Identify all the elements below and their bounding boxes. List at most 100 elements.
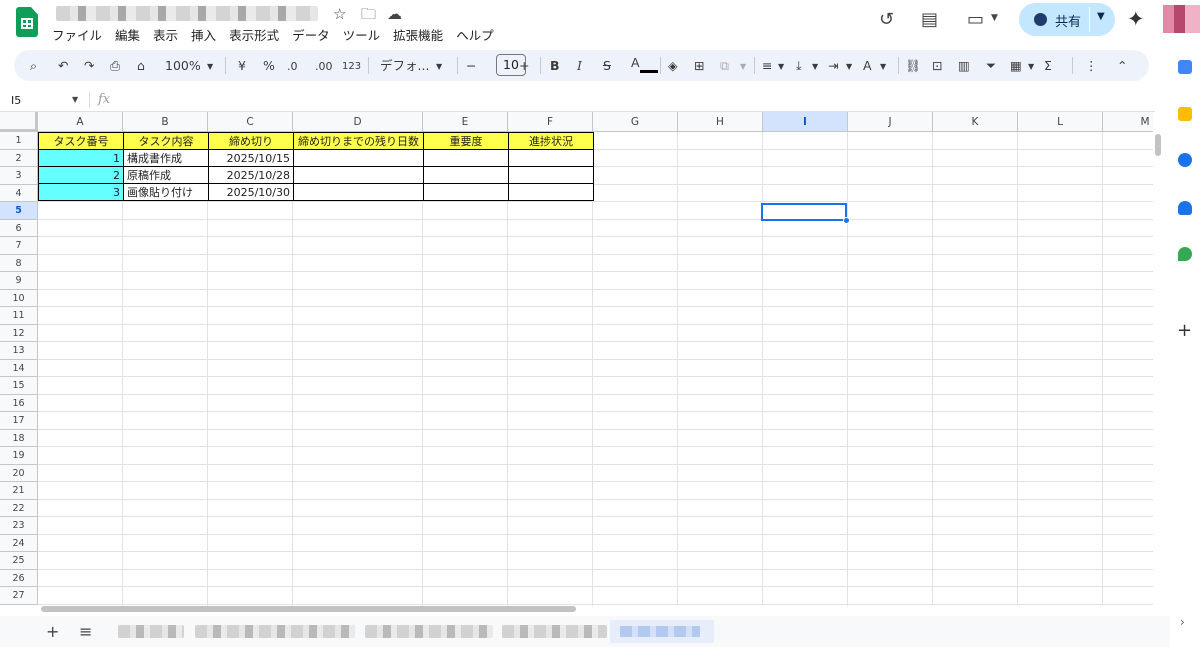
filter-views-icon[interactable]: ▦ (1010, 57, 1022, 74)
column-header-d[interactable]: D (293, 112, 423, 132)
italic-icon[interactable]: I (577, 57, 582, 74)
cell-task-no[interactable]: 3 (38, 183, 124, 201)
sheet-tab-redacted[interactable] (502, 625, 607, 638)
row-header-9[interactable]: 9 (0, 272, 38, 290)
bold-icon[interactable]: B (550, 57, 560, 74)
cell-progress[interactable] (508, 149, 594, 167)
more-options-icon[interactable]: ⋮ (1085, 57, 1098, 74)
cell-days-left[interactable] (293, 166, 424, 184)
add-addon-icon[interactable]: + (1177, 320, 1192, 341)
font-size-increase-icon[interactable]: + (519, 57, 529, 74)
insert-link-icon[interactable]: ⛓ (905, 57, 921, 74)
column-header-i[interactable]: I (763, 112, 848, 132)
star-icon[interactable]: ☆ (333, 6, 346, 22)
row-header-6[interactable]: 6 (0, 219, 38, 237)
menu-edit[interactable]: 編集 (115, 25, 140, 43)
calendar-icon[interactable] (1178, 60, 1192, 74)
menu-view[interactable]: 表示 (153, 25, 178, 43)
menu-extensions[interactable]: 拡張機能 (393, 25, 443, 43)
avatar[interactable] (1163, 5, 1200, 33)
row-header-1[interactable]: 1 (0, 132, 38, 150)
undo-icon[interactable]: ↶ (58, 57, 68, 74)
all-sheets-icon[interactable]: ≡ (79, 622, 92, 641)
print-icon[interactable]: ⎙ (110, 57, 120, 74)
header-days-left[interactable]: 締め切りまでの残り日数 (293, 132, 424, 150)
functions-icon[interactable]: Σ (1044, 57, 1052, 74)
row-header-23[interactable]: 23 (0, 517, 38, 535)
version-history-icon[interactable]: ↺ (879, 9, 894, 30)
row-header-18[interactable]: 18 (0, 429, 38, 447)
column-header-f[interactable]: F (508, 112, 593, 132)
row-header-16[interactable]: 16 (0, 394, 38, 412)
row-header-20[interactable]: 20 (0, 464, 38, 482)
row-header-10[interactable]: 10 (0, 289, 38, 307)
row-header-19[interactable]: 19 (0, 447, 38, 465)
paint-format-icon[interactable]: ⌂ (137, 57, 145, 74)
maps-icon[interactable] (1178, 247, 1192, 261)
header-priority[interactable]: 重要度 (423, 132, 509, 150)
header-progress[interactable]: 進捗状況 (508, 132, 594, 150)
row-header-26[interactable]: 26 (0, 569, 38, 587)
sheet-tab-active-redacted[interactable] (610, 620, 714, 643)
filter-icon[interactable]: ⏷ (986, 57, 996, 74)
search-menus-icon[interactable]: ⌕ (30, 57, 37, 74)
text-wrapping-icon[interactable]: ⇥ (828, 57, 838, 74)
meet-video-icon[interactable]: ▭ (967, 9, 984, 30)
cell-days-left[interactable] (293, 149, 424, 167)
menu-format[interactable]: 表示形式 (229, 25, 279, 43)
cell-deadline[interactable]: 2025/10/28 (208, 166, 294, 184)
menu-tools[interactable]: ツール (343, 25, 381, 43)
menu-data[interactable]: データ (292, 25, 330, 43)
tasks-icon[interactable] (1178, 153, 1192, 167)
name-box-caret-icon[interactable]: ▼ (72, 95, 78, 104)
column-header-j[interactable]: J (848, 112, 933, 132)
column-header-e[interactable]: E (423, 112, 508, 132)
vertical-scroll-thumb[interactable] (1155, 134, 1161, 156)
add-sheet-icon[interactable]: + (46, 622, 59, 641)
borders-icon[interactable]: ⊞ (694, 57, 704, 74)
number-format-button[interactable]: 123 (342, 58, 361, 75)
zoom-caret-icon[interactable]: ▼ (207, 58, 213, 75)
gemini-spark-icon[interactable]: ✦ (1127, 7, 1145, 31)
row-header-12[interactable]: 12 (0, 324, 38, 342)
cell-deadline[interactable]: 2025/10/15 (208, 149, 294, 167)
column-header-g[interactable]: G (593, 112, 678, 132)
cell-progress[interactable] (508, 183, 594, 201)
header-deadline[interactable]: 締め切り (208, 132, 294, 150)
expand-panel-icon[interactable]: › (1180, 615, 1185, 629)
move-folder-icon[interactable]: 🗀 (361, 6, 376, 22)
row-header-11[interactable]: 11 (0, 307, 38, 325)
row-header-24[interactable]: 24 (0, 534, 38, 552)
rotation-caret-icon[interactable]: ▼ (880, 58, 886, 75)
cell-task-content[interactable]: 構成書作成 (123, 149, 209, 167)
horizontal-scroll-thumb[interactable] (41, 606, 576, 612)
cell-progress[interactable] (508, 166, 594, 184)
share-caret-icon[interactable]: ▼ (1097, 11, 1105, 22)
collapse-toolbar-icon[interactable]: ⌃ (1117, 57, 1127, 74)
row-header-2[interactable]: 2 (0, 149, 38, 167)
column-header-k[interactable]: K (933, 112, 1018, 132)
column-header-a[interactable]: A (38, 112, 123, 132)
filter-views-caret-icon[interactable]: ▼ (1028, 58, 1034, 75)
increase-decimal-button[interactable]: .00 (315, 58, 333, 75)
header-task-content[interactable]: タスク内容 (123, 132, 209, 150)
cell-priority[interactable] (423, 166, 509, 184)
cell-days-left[interactable] (293, 183, 424, 201)
fill-color-icon[interactable]: ◈ (668, 57, 678, 74)
share-button[interactable]: 共有 ▼ (1019, 3, 1115, 36)
sheet-tab-redacted[interactable] (118, 625, 184, 638)
row-header-27[interactable]: 27 (0, 587, 38, 605)
currency-format-button[interactable]: ¥ (238, 57, 246, 74)
fill-handle[interactable] (843, 217, 850, 224)
strikethrough-icon[interactable]: S (603, 57, 611, 74)
cell-task-content[interactable]: 原稿作成 (123, 166, 209, 184)
cell-deadline[interactable]: 2025/10/30 (208, 183, 294, 201)
cell-priority[interactable] (423, 183, 509, 201)
spreadsheet-grid[interactable]: ABCDEFGHIJKLM 1 2 3 4 5 6 7 8 9 10 11 12 13 14 15 16 17 1… (0, 112, 1153, 606)
row-header-21[interactable]: 21 (0, 482, 38, 500)
name-box[interactable]: I5 (11, 94, 21, 107)
merge-cells-icon[interactable]: ⧉ (720, 57, 729, 74)
cell-task-no[interactable]: 1 (38, 149, 124, 167)
zoom-select[interactable]: 100% (165, 57, 201, 74)
keep-icon[interactable] (1178, 107, 1192, 121)
